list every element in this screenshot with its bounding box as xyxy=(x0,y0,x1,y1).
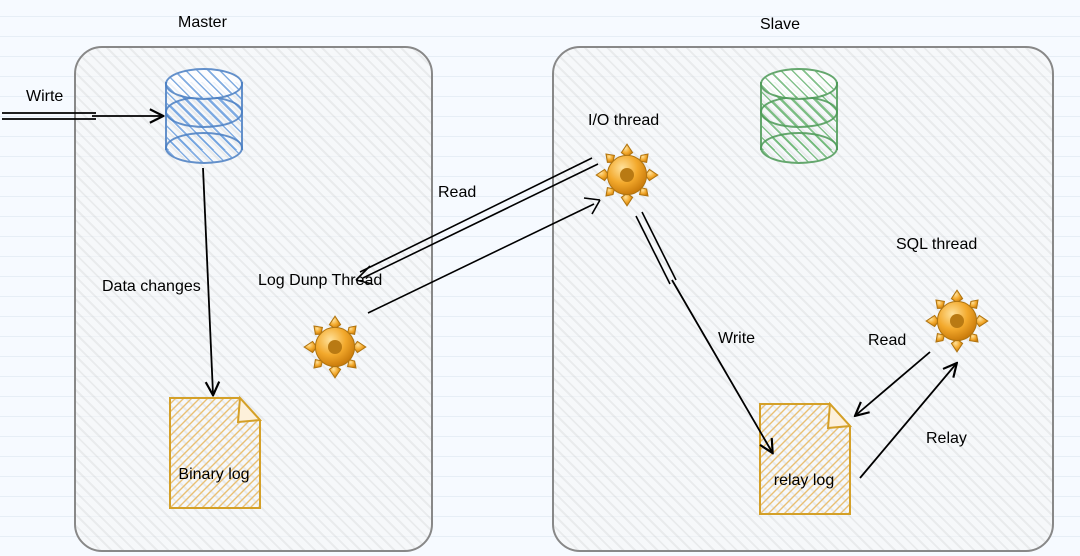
sql-thread-gear-icon xyxy=(922,286,992,356)
master-database-icon xyxy=(165,68,243,164)
binary-log-file-icon: Binary log xyxy=(160,390,268,516)
read-from-master-label: Read xyxy=(438,184,476,202)
data-changes-label: Data changes xyxy=(102,278,201,296)
read-relay-label: Read xyxy=(868,332,906,350)
write-relay-label: Write xyxy=(718,330,755,348)
io-thread-label: I/O thread xyxy=(588,112,659,130)
slave-heading: Slave xyxy=(760,16,800,34)
sql-thread-label: SQL thread xyxy=(896,236,977,254)
log-dump-thread-label: Log Dunp Thread xyxy=(258,272,382,290)
io-thread-gear-icon xyxy=(592,140,662,210)
log-dump-thread-gear-icon xyxy=(300,312,370,382)
relay-log-label: relay log xyxy=(750,472,858,490)
binary-log-label: Binary log xyxy=(160,466,268,484)
slave-database-icon xyxy=(760,68,838,164)
master-heading: Master xyxy=(178,14,227,32)
write-in-label: Wirte xyxy=(26,88,63,106)
relay-event-label: Relay xyxy=(926,430,967,448)
relay-log-file-icon: relay log xyxy=(750,396,858,522)
